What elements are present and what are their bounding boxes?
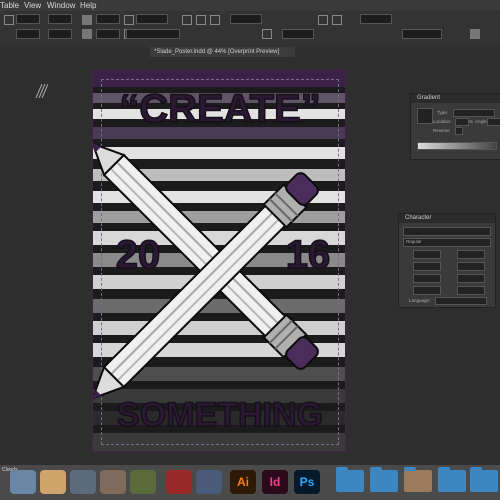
width-field[interactable] — [48, 14, 72, 24]
horizontal-scale-field[interactable] — [457, 274, 485, 283]
stroke-weight-field[interactable] — [136, 14, 168, 24]
gradient-type-select[interactable] — [453, 109, 495, 117]
panel-menu-icon[interactable] — [470, 29, 480, 39]
folder-icon[interactable] — [404, 467, 432, 492]
gradient-panel: Gradient Type: Location: % Angle: Revers… — [410, 93, 500, 160]
height-field[interactable] — [48, 29, 72, 39]
gradient-reverse-label: Reverse — [433, 128, 450, 133]
stroke-type-select[interactable] — [126, 29, 180, 39]
align-icon[interactable] — [196, 15, 206, 25]
kerning-field[interactable] — [413, 262, 441, 271]
menu-table[interactable]: Table — [0, 0, 19, 11]
photo-app-icon[interactable] — [100, 470, 126, 494]
fill-swatch-icon[interactable] — [124, 15, 134, 25]
system-preferences-icon[interactable] — [70, 470, 96, 494]
menu-window[interactable]: Window — [47, 0, 75, 11]
x-field[interactable] — [16, 14, 40, 24]
poster-footer: SOMETHING — [116, 395, 323, 435]
frame-size-field[interactable] — [360, 14, 392, 24]
pencil-right-icon — [93, 172, 319, 400]
finder-icon[interactable] — [10, 470, 36, 494]
language-select[interactable] — [435, 297, 487, 305]
fx-icon[interactable] — [182, 15, 192, 25]
illustrator-label: Ai — [237, 475, 249, 489]
gradient-panel-title: Gradient — [411, 94, 500, 103]
shear-field[interactable] — [96, 29, 120, 39]
poster-headline: “CREATE” — [119, 86, 322, 132]
gradient-angle-label: Angle: — [475, 119, 488, 124]
gradient-type-label: Type: — [437, 110, 449, 115]
distribute-icon[interactable] — [210, 15, 220, 25]
slash-marks-icon — [35, 84, 48, 98]
character-panel-title: Character — [399, 214, 495, 223]
document-tab[interactable]: *Slade_Poster.indd @ 44% [Overprint Prev… — [150, 47, 295, 57]
folder-icon[interactable] — [470, 467, 498, 492]
skew-field[interactable] — [457, 286, 485, 295]
control-bar — [0, 11, 500, 48]
folder-icon[interactable] — [370, 467, 398, 492]
poster-page[interactable]: “CREATE” 20 16 SOMETHING — [92, 70, 346, 452]
auto-fit-field[interactable] — [282, 29, 314, 39]
gradient-location-label: Location: — [433, 119, 452, 124]
launchpad-icon[interactable] — [40, 470, 66, 494]
baseline-shift-field[interactable] — [413, 286, 441, 295]
document-tab-title: *Slade_Poster.indd @ 44% [Overprint Prev… — [154, 49, 280, 55]
font-size-field[interactable] — [413, 250, 441, 259]
leading-field[interactable] — [457, 250, 485, 259]
font-style-select[interactable]: Regular — [403, 238, 491, 247]
photoshop-label: Ps — [299, 475, 315, 489]
gradient-reverse-button[interactable] — [455, 127, 463, 135]
text-wrap-icon[interactable] — [262, 29, 272, 39]
menu-help[interactable]: Help — [80, 0, 96, 11]
vertical-scale-field[interactable] — [413, 274, 441, 283]
rotate-icon[interactable] — [82, 15, 92, 25]
menu-bar: Table View Window Help — [0, 0, 500, 11]
shear-icon[interactable] — [82, 29, 92, 39]
character-panel: Character Regular Language: — [398, 213, 496, 308]
indesign-icon[interactable]: Id — [262, 470, 288, 494]
photo-booth-icon[interactable] — [166, 470, 192, 494]
font-style-value: Regular — [406, 239, 422, 244]
poster-year-left: 20 — [115, 232, 161, 278]
reference-point-icon[interactable] — [4, 15, 14, 25]
gradient-location-field[interactable] — [455, 118, 469, 126]
language-label: Language: — [409, 298, 431, 303]
fit-frame-icon[interactable] — [332, 15, 342, 25]
gradient-swatch[interactable] — [417, 108, 433, 124]
tracking-field[interactable] — [457, 262, 485, 271]
gradient-percent-label: % — [469, 119, 474, 124]
rotate-field[interactable] — [96, 14, 120, 24]
font-family-select[interactable] — [403, 227, 491, 236]
folder-icon[interactable] — [336, 467, 364, 492]
preview-icon[interactable] — [130, 470, 156, 494]
poster-year-right: 16 — [285, 232, 331, 278]
folder-icon[interactable] — [438, 467, 466, 492]
gradient-angle-field[interactable] — [487, 118, 500, 126]
mail-icon[interactable] — [196, 470, 222, 494]
photoshop-icon[interactable]: Ps — [294, 470, 320, 494]
y-field[interactable] — [16, 29, 40, 39]
opacity-field[interactable] — [230, 14, 262, 24]
menu-view[interactable]: View — [24, 0, 41, 11]
indesign-label: Id — [269, 475, 281, 489]
gradient-ramp[interactable] — [417, 142, 497, 150]
illustrator-icon[interactable]: Ai — [230, 470, 256, 494]
document-tab-bar: *Slade_Poster.indd @ 44% [Overprint Prev… — [0, 47, 500, 57]
fitting-icon[interactable] — [318, 15, 328, 25]
style-select[interactable] — [402, 29, 442, 39]
